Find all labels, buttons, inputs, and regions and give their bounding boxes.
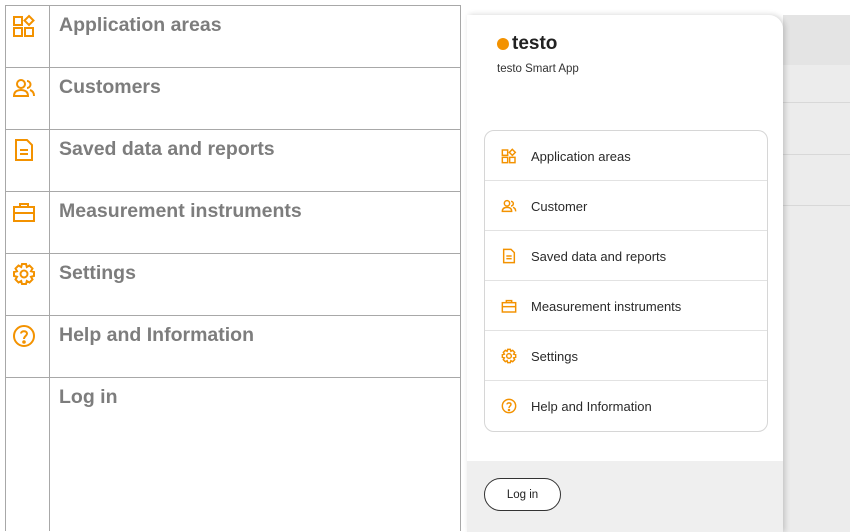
app-subtitle: testo Smart App xyxy=(497,63,579,75)
help-icon xyxy=(501,398,517,414)
menu-item-customer[interactable]: Customer xyxy=(485,181,767,231)
log-in-button[interactable]: Log in xyxy=(484,478,561,511)
doc-row-application-areas: Application areas xyxy=(6,6,460,68)
documentation-table: Application areas Customers Saved data a… xyxy=(5,5,461,531)
background-header xyxy=(783,15,850,65)
menu-card: Application areas Customer Saved data an… xyxy=(484,130,768,432)
menu-item-settings[interactable]: Settings xyxy=(485,331,767,381)
doc-row-log-in: Log in xyxy=(6,378,460,532)
menu-item-label: Help and Information xyxy=(531,399,652,414)
doc-row-customers: Customers xyxy=(6,68,460,130)
doc-label: Help and Information xyxy=(59,324,254,346)
menu-item-measurement-instruments[interactable]: Measurement instruments xyxy=(485,281,767,331)
brand-logo: testo xyxy=(497,33,557,55)
settings-gear-icon xyxy=(12,262,36,286)
doc-row-settings: Settings xyxy=(6,254,460,316)
doc-label: Log in xyxy=(59,386,118,408)
doc-row-saved-data: Saved data and reports xyxy=(6,130,460,192)
menu-item-label: Settings xyxy=(531,349,578,364)
grid-icon xyxy=(501,148,517,164)
menu-item-label: Saved data and reports xyxy=(531,249,667,264)
menu-item-help[interactable]: Help and Information xyxy=(485,381,767,431)
settings-gear-icon xyxy=(501,348,517,364)
divider xyxy=(783,154,850,155)
customers-icon xyxy=(501,198,517,214)
menu-item-label: Measurement instruments xyxy=(531,299,682,314)
doc-label: Measurement instruments xyxy=(59,200,302,222)
menu-item-label: Customer xyxy=(531,199,588,214)
document-icon xyxy=(501,248,517,264)
background-content xyxy=(783,15,850,532)
menu-item-saved-data[interactable]: Saved data and reports xyxy=(485,231,767,281)
doc-label: Application areas xyxy=(59,14,222,36)
doc-row-help: Help and Information xyxy=(6,316,460,378)
doc-label: Customers xyxy=(59,76,161,98)
toolbox-icon xyxy=(501,298,517,314)
brand-dot-icon xyxy=(497,38,509,50)
drawer-footer: Log in xyxy=(467,461,783,532)
doc-row-measurement-instruments: Measurement instruments xyxy=(6,192,460,254)
toolbox-icon xyxy=(12,200,36,224)
menu-item-label: Application areas xyxy=(531,149,631,164)
menu-item-application-areas[interactable]: Application areas xyxy=(485,131,767,181)
customers-icon xyxy=(12,76,36,100)
divider xyxy=(783,205,850,206)
doc-label: Saved data and reports xyxy=(59,138,275,160)
navigation-drawer: testo testo Smart App Application areas … xyxy=(467,15,783,532)
doc-label: Settings xyxy=(59,262,136,284)
brand-name: testo xyxy=(512,33,558,54)
document-icon xyxy=(12,138,36,162)
divider xyxy=(783,102,850,103)
grid-icon xyxy=(12,14,36,38)
help-icon xyxy=(12,324,36,348)
